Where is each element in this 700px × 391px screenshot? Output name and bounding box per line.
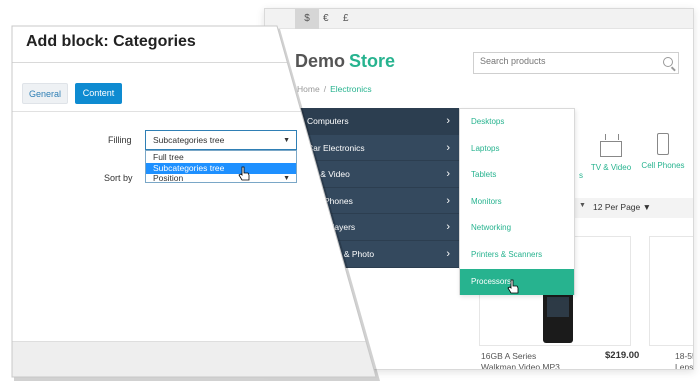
currency-bar: $ € £ xyxy=(265,9,693,29)
chevron-right-icon: › xyxy=(446,221,450,234)
breadcrumb-separator: / xyxy=(323,84,327,94)
title-divider xyxy=(12,62,302,63)
chevron-right-icon: › xyxy=(446,194,450,207)
filling-select[interactable]: Subcategories tree ▼ xyxy=(145,130,297,150)
currency-eur[interactable]: € xyxy=(323,13,329,24)
hand-cursor-icon xyxy=(238,166,250,181)
chevron-right-icon: › xyxy=(446,168,450,181)
per-page-caret-icon: ▼ xyxy=(642,202,652,212)
category-icon-tv-video[interactable]: TV & Video xyxy=(586,133,636,172)
search-input[interactable] xyxy=(480,56,650,66)
category-item-computers[interactable]: Computers › xyxy=(291,108,460,135)
chevron-right-icon: › xyxy=(446,248,450,260)
product-name-line1[interactable]: 18-55mm F xyxy=(675,351,693,361)
filling-options-list: Full tree Subcategories tree Position ▼ xyxy=(145,150,297,183)
dialog-footer xyxy=(12,341,376,377)
subcategory-item-networking[interactable]: Networking xyxy=(460,215,574,242)
category-item-car-electronics[interactable]: Car Electronics › xyxy=(291,135,460,162)
chevron-right-icon: › xyxy=(446,141,450,154)
select-caret-icon: ▼ xyxy=(283,175,290,182)
currency-usd[interactable]: $ xyxy=(295,9,319,29)
category-icon-tv-video-label: TV & Video xyxy=(590,163,632,172)
phone-icon xyxy=(657,133,669,155)
hand-cursor-icon xyxy=(507,279,519,294)
category-icon-cell-phones[interactable]: Cell Phones xyxy=(639,133,687,170)
sort-dropdown-caret-icon[interactable]: ▼ xyxy=(579,202,586,209)
category-item-label: Car Electronics xyxy=(307,142,365,153)
currency-gbp[interactable]: £ xyxy=(343,13,349,24)
subcategory-item-printers-scanners[interactable]: Printers & Scanners xyxy=(460,242,574,269)
tv-icon xyxy=(600,141,622,157)
sort-by-label: Sort by xyxy=(104,173,133,183)
product-card[interactable] xyxy=(649,236,693,346)
product-name-line1[interactable]: 16GB A Series xyxy=(481,351,536,361)
search-box xyxy=(473,52,679,74)
filling-option-full-tree[interactable]: Full tree xyxy=(146,152,296,163)
logo-part-store: Store xyxy=(349,51,396,71)
logo-part-demo: Demo xyxy=(295,51,346,71)
store-logo[interactable]: Demo Store xyxy=(295,51,395,72)
breadcrumb: Home / Electronics xyxy=(297,84,372,94)
select-caret-icon: ▼ xyxy=(283,137,290,144)
dialog-title: Add block: Categories xyxy=(26,33,196,50)
chevron-right-icon: › xyxy=(446,115,450,127)
category-icon-cell-phones-label: Cell Phones xyxy=(641,161,685,170)
filling-label: Filling xyxy=(108,135,132,145)
subcategory-item-desktops[interactable]: Desktops xyxy=(460,109,574,136)
product-name-line2[interactable]: Walkman Video MP3 xyxy=(481,362,560,369)
screenshot-stage: $ € £ DemoStore Home/Electronics s TV & … xyxy=(0,0,700,391)
product-price: $219.00 xyxy=(605,350,640,361)
subcategory-item-tablets[interactable]: Tablets xyxy=(460,162,574,189)
subcategory-menu: Desktops Laptops Tablets Monitors Networ… xyxy=(459,108,575,296)
product-name-line2[interactable]: Lens xyxy=(675,362,693,369)
filling-select-value: Subcategories tree xyxy=(153,135,225,145)
subcategory-item-monitors[interactable]: Monitors xyxy=(460,189,574,216)
sort-by-select[interactable]: Position ▼ xyxy=(146,173,296,184)
tab-content[interactable]: Content xyxy=(75,83,122,104)
tabs-divider xyxy=(12,111,332,112)
sort-by-value: Position xyxy=(153,173,184,183)
category-item-label: Computers xyxy=(307,116,349,126)
search-icon[interactable] xyxy=(663,57,673,67)
subcategory-item-laptops[interactable]: Laptops xyxy=(460,136,574,163)
sort-bar: ▼ 12 Per Page ▼ xyxy=(575,198,693,218)
tab-general[interactable]: General xyxy=(22,83,68,104)
breadcrumb-home[interactable]: Home xyxy=(297,84,320,94)
breadcrumb-current: Electronics xyxy=(330,84,372,94)
per-page-label: 12 Per Page xyxy=(593,202,641,212)
per-page-select[interactable]: 12 Per Page ▼ xyxy=(593,202,651,212)
